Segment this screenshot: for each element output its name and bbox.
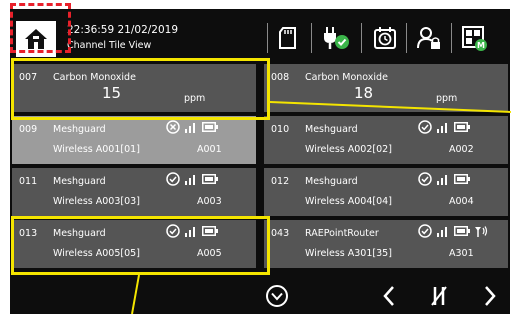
circle-check-icon (418, 224, 432, 238)
channel-name: RAEPointRouter (305, 228, 379, 239)
circle-x-icon (166, 120, 180, 134)
signal-strength-icon (437, 227, 447, 237)
battery-icon (454, 226, 470, 236)
status-icons (418, 120, 470, 134)
header-divider (311, 23, 312, 53)
reading-unit: ppm (436, 93, 458, 104)
antenna-icon (475, 226, 488, 237)
battery-icon (202, 174, 218, 184)
footer-bar (10, 277, 510, 314)
channel-number: 010 (271, 124, 290, 135)
svg-text:M: M (477, 41, 485, 50)
battery-icon (454, 174, 470, 184)
circle-chevron-down-icon (266, 285, 288, 307)
header-divider (451, 23, 452, 53)
alarm-clock-icon[interactable] (371, 24, 399, 52)
status-icons (418, 224, 488, 238)
channel-name: Carbon Monoxide (305, 72, 388, 83)
scroll-down-button[interactable] (263, 282, 291, 310)
device-id: A003 (197, 196, 222, 207)
channel-name: Meshguard (53, 176, 106, 187)
tile-view-icon[interactable]: M (460, 24, 488, 52)
signal-strength-icon (437, 175, 447, 185)
battery-icon (454, 122, 470, 132)
circle-check-icon (418, 172, 432, 186)
datetime: 22:36:59 21/02/2019 (67, 24, 179, 36)
previous-button[interactable] (375, 282, 403, 310)
channel-tile[interactable]: 012 Meshguard Wireless A004[04] A004 (264, 168, 508, 216)
signal-strength-icon (185, 123, 195, 133)
chevron-right-icon (485, 286, 496, 306)
channel-tile[interactable]: 008 Carbon Monoxide 18 ppm (264, 64, 508, 112)
next-button[interactable] (476, 282, 504, 310)
device-description: Wireless A001[01] (53, 144, 140, 155)
device-id: A002 (449, 144, 474, 155)
header-divider (267, 23, 268, 53)
header-divider (406, 23, 407, 53)
header-divider (361, 23, 362, 53)
tile-highlight-box (11, 58, 270, 120)
chevron-left-icon (383, 286, 394, 306)
mute-icon (431, 286, 447, 306)
status-icons (166, 172, 218, 186)
channel-tile[interactable]: 011 Meshguard Wireless A003[03] A003 (12, 168, 256, 216)
signal-strength-icon (185, 175, 195, 185)
channel-number: 043 (271, 228, 290, 239)
channel-name: Meshguard (305, 176, 358, 187)
reading-value: 18 (354, 84, 374, 102)
device-description: Wireless A002[02] (305, 144, 392, 155)
channel-tile[interactable]: 043 RAEPointRouter Wireless A301[35] A30… (264, 220, 508, 268)
circle-check-icon (166, 172, 180, 186)
view-title: Channel Tile View (67, 40, 152, 51)
header-bar: 22:36:59 21/02/2019 Channel Tile View M (10, 9, 510, 64)
power-plug-icon[interactable] (319, 24, 351, 52)
circle-check-icon (418, 120, 432, 134)
status-icons (418, 172, 470, 186)
channel-number: 009 (19, 124, 38, 135)
channel-number: 008 (271, 72, 290, 83)
battery-icon (202, 122, 218, 132)
home-highlight-box (10, 3, 71, 53)
device-id: A004 (449, 196, 474, 207)
sd-card-icon[interactable] (275, 24, 303, 52)
mute-button[interactable] (425, 282, 453, 310)
device-description: Wireless A301[35] (305, 248, 392, 259)
device-description: Wireless A003[03] (53, 196, 140, 207)
tile-highlight-box (11, 216, 270, 275)
channel-tile[interactable]: 010 Meshguard Wireless A002[02] A002 (264, 116, 508, 164)
device-id: A301 (449, 248, 474, 259)
status-icons (166, 120, 218, 134)
device-id: A001 (197, 144, 222, 155)
user-lock-icon[interactable] (415, 24, 443, 52)
signal-strength-icon (437, 123, 447, 133)
device-description: Wireless A004[04] (305, 196, 392, 207)
channel-number: 011 (19, 176, 38, 187)
channel-tile[interactable]: 009 Meshguard Wireless A001[01] A001 (12, 116, 256, 164)
channel-name: Meshguard (305, 124, 358, 135)
channel-name: Meshguard (53, 124, 106, 135)
channel-number: 012 (271, 176, 290, 187)
